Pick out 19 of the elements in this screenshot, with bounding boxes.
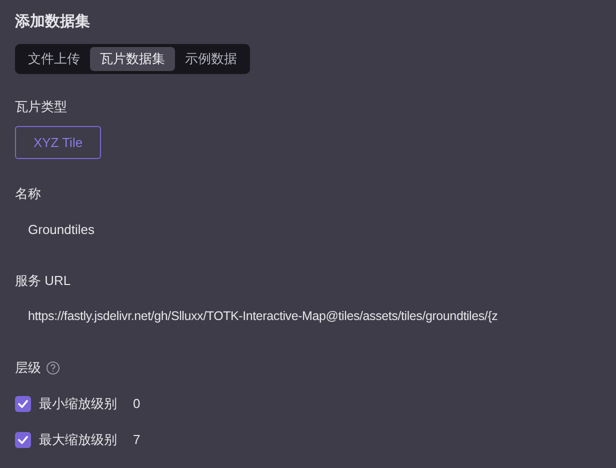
field-label: 名称 <box>15 185 42 203</box>
checkbox[interactable] <box>15 396 31 412</box>
field-label: 瓦片类型 <box>15 98 68 116</box>
tab[interactable]: 文件上传 <box>18 47 90 71</box>
checkbox-label: 最小缩放级别 <box>39 395 117 413</box>
section-title: 添加数据集 <box>15 12 91 32</box>
check-icon <box>18 400 28 408</box>
checkbox[interactable] <box>15 432 31 448</box>
checkbox-label: 最大缩放级别 <box>39 431 117 449</box>
field-label: 服务 URL <box>15 272 72 290</box>
tab[interactable]: 瓦片数据集 <box>90 47 175 71</box>
url-field[interactable]: https://fastly.jsdelivr.net/gh/Slluxx/TOTK-Interactive-Map@tiles/assets/tiles/groundtiles/{z <box>28 307 498 325</box>
tab[interactable]: 示例数据 <box>175 47 247 71</box>
zoom-level-value: 7 <box>133 431 140 449</box>
help-icon[interactable] <box>46 361 60 375</box>
check-icon <box>18 436 28 444</box>
name-field[interactable]: Groundtiles <box>28 221 94 239</box>
zoom-level-value: 0 <box>133 395 140 413</box>
field-label: 层级 <box>15 359 41 377</box>
